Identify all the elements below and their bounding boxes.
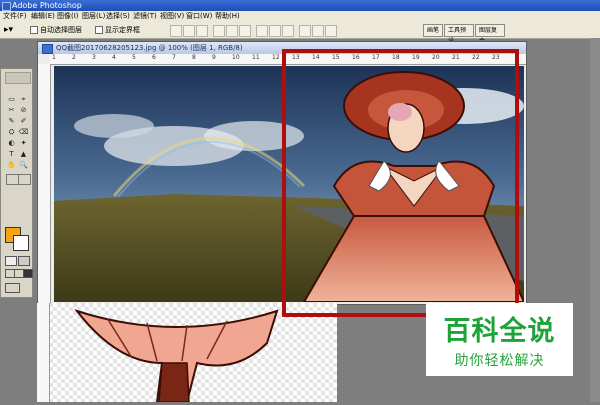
watermark-title: 百科全说 [443,316,556,347]
eraser-tool-icon[interactable]: ⌫ [18,128,29,137]
second-vertical-ruler [37,303,50,402]
ruler-tick: 9 [212,54,216,61]
hand-tool-icon[interactable]: ✋ [6,161,17,170]
quickmask-mode-icon[interactable] [18,256,30,266]
slice-tool-icon[interactable]: ⊘ [18,106,29,115]
marquee-tool-icon[interactable]: ▭ [6,95,17,104]
second-document-canvas[interactable] [37,303,337,403]
ruler-tick: 8 [192,54,196,61]
distribute-top-icon[interactable] [256,25,268,37]
ruler-tick: 12 [272,54,280,61]
ruler-tick: 1 [52,54,56,61]
auto-select-checkbox[interactable] [30,26,38,34]
palette-tab-layer-comps[interactable]: 图层复合 [475,24,505,45]
screen-mode-full-icon[interactable] [23,269,33,278]
menu-window[interactable]: 窗口(W) [186,11,212,22]
ruler-tick: 7 [172,54,176,61]
align-middle-icon[interactable] [183,25,195,37]
move-tool-icon-2[interactable]: ⌖ [18,95,29,104]
menu-select[interactable]: 选择(S) [106,11,130,22]
align-right-icon[interactable] [239,25,251,37]
distribute-right-icon[interactable] [325,25,337,37]
zoom-tool-icon[interactable]: 🔍 [18,161,29,170]
menu-edit[interactable]: 编辑(E) [31,11,55,22]
show-bounds-checkbox[interactable] [95,26,103,34]
brush-tool-icon[interactable]: ✎ [6,117,17,126]
second-canvas-artwork [74,309,279,403]
right-panel-edge [590,38,600,402]
standard-mode-icon[interactable] [5,256,17,266]
palette-tab-tool-presets[interactable]: 工具预设 [444,24,474,45]
ruler-tick: 11 [252,54,260,61]
show-bounds-option[interactable]: 显示定界框 [95,25,140,35]
auto-select-label: 自动选择图层 [40,26,82,34]
align-bottom-icon[interactable] [196,25,208,37]
pen-tool-icon[interactable]: ✦ [18,139,29,148]
stamp-tool-icon[interactable]: ⛭ [6,128,17,137]
align-left-icon[interactable] [213,25,225,37]
menu-layer[interactable]: 图层(L) [82,11,105,22]
watermark-badge: 百科全说 助你轻松解决 [426,303,573,376]
distribute-center-icon[interactable] [312,25,324,37]
jump-to-imageready-icon[interactable] [5,283,20,293]
auto-select-option[interactable]: 自动选择图层 [30,25,82,35]
options-bar: ▸▾ 自动选择图层 显示定界框 [0,22,600,39]
app-title: Adobe Photoshop [12,1,82,10]
ruler-tick: 4 [112,54,116,61]
distribute-left-icon[interactable] [299,25,311,37]
align-top-icon[interactable] [170,25,182,37]
move-tool-icon[interactable]: ▸▾ [4,25,13,35]
toolbox: ▭ ⌖ ✂ ⊘ ✎ ✐ ⛭ ⌫ ◐ ✦ T ▲ ✋ 🔍 [0,68,33,298]
menu-help[interactable]: 帮助(H) [215,11,240,22]
ruler-tick: 3 [92,54,96,61]
menu-file[interactable]: 文件(F) [3,11,27,22]
type-tool-icon[interactable]: T [6,150,17,159]
menu-image[interactable]: 图像(I) [57,11,79,22]
vertical-ruler [38,64,51,304]
ruler-tick: 6 [152,54,156,61]
ruler-tick: 10 [232,54,240,61]
show-bounds-label: 显示定界框 [105,26,140,34]
document-icon [42,44,53,54]
align-center-icon[interactable] [226,25,238,37]
crop-tool-icon[interactable]: ✂ [6,106,17,115]
dodge-tool-icon[interactable]: ◐ [6,139,17,148]
ruler-tick: 5 [132,54,136,61]
menu-view[interactable]: 视图(V) [160,11,184,22]
palette-tab-brushes[interactable]: 画笔 [423,24,443,37]
distribute-middle-icon[interactable] [269,25,281,37]
eyedropper-tool-icon[interactable] [18,174,31,185]
menu-filter[interactable]: 滤镜(T) [133,11,157,22]
background-color-swatch[interactable] [13,235,29,251]
feather-logo-icon [5,72,31,84]
title-bar: Adobe Photoshop [0,0,600,11]
ruler-tick: 2 [72,54,76,61]
distribute-bottom-icon[interactable] [282,25,294,37]
path-select-tool-icon[interactable]: ▲ [18,150,29,159]
highlight-box [282,49,519,317]
document-title: QQ截图20170628205123.jpg @ 100% (图层 1, RGB… [56,44,243,52]
photoshop-logo-icon [2,2,11,11]
pencil-tool-icon[interactable]: ✐ [18,117,29,126]
watermark-subtitle: 助你轻松解决 [454,353,545,369]
